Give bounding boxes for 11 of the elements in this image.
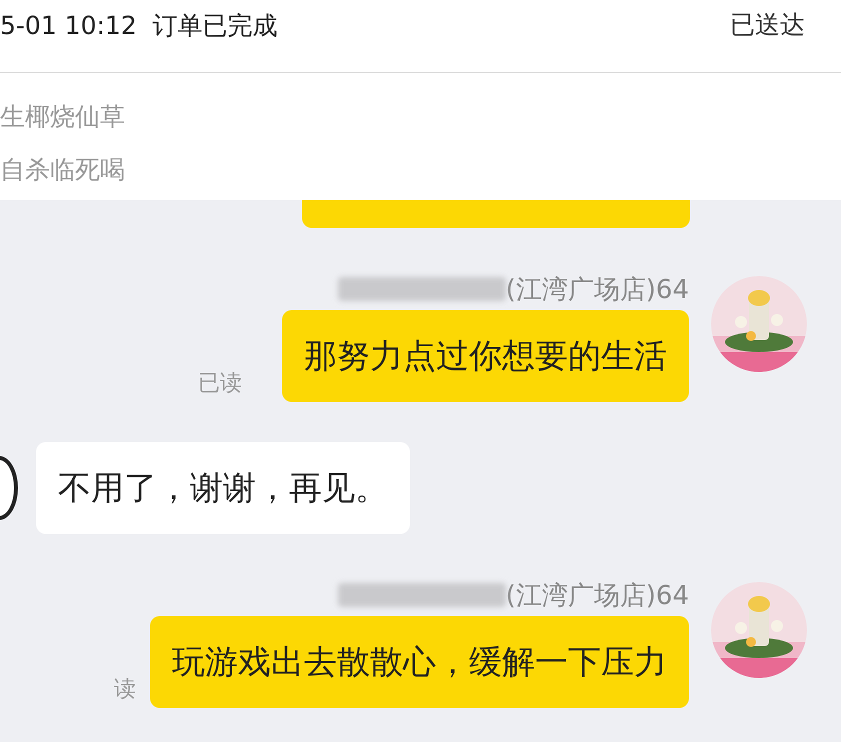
message-bubble: 不用了，谢谢，再见。 xyxy=(36,442,410,534)
read-status: 读 xyxy=(114,676,136,704)
read-status: 已读 xyxy=(198,370,242,398)
order-title: 5-01 10:12 订单已完成 xyxy=(0,10,278,42)
sender-name: (江湾广场店)64 xyxy=(506,274,689,306)
message-bubble: 那努力点过你想要的生活 xyxy=(282,310,689,402)
order-item: 自杀临死喝 xyxy=(0,154,126,186)
sender-name: (江湾广场店)64 xyxy=(506,580,689,612)
delivery-status: 已送达 xyxy=(730,8,805,40)
order-item: 生椰烧仙草 xyxy=(0,101,126,133)
message-bubble: 玩游戏出去散散心，缓解一下压力 xyxy=(150,616,689,708)
